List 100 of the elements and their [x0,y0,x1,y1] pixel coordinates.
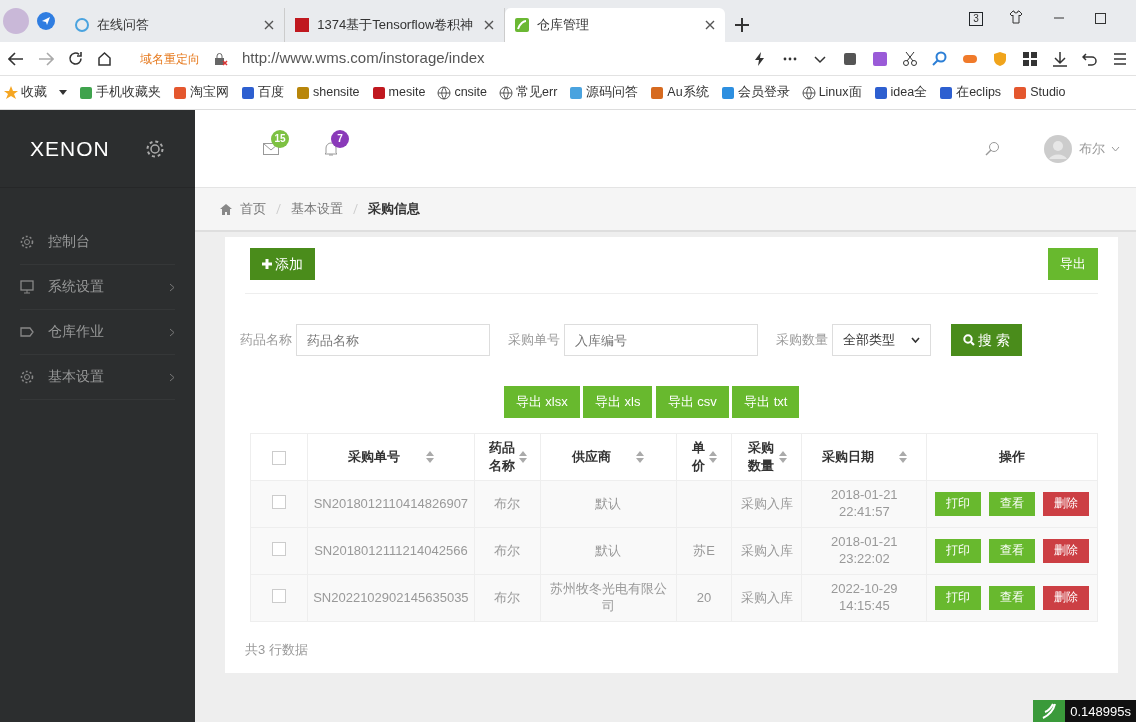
type-select[interactable]: 全部类型 [832,324,931,356]
tab-title: 仓库管理 [537,16,591,35]
count-badge: 15 [271,129,289,148]
close-icon[interactable] [705,20,716,30]
table-cell-text: 2018-01-21 23:22:02 [830,534,899,568]
brand-logo: XENON [30,135,110,162]
tab-favicon [515,18,530,32]
bookmark-link[interactable]: cnsite [454,83,488,102]
bookmark-link[interactable]: 常见err [516,83,558,102]
new-tab-icon[interactable] [735,18,750,32]
filter-label: 药品名称 [240,331,292,350]
search-icon[interactable] [932,50,948,67]
address-field[interactable]: http://www.wms.com/instorage/index [242,47,738,70]
text-field[interactable]: 入库编号 [564,324,758,356]
globe-icon [801,85,816,100]
row-checkbox[interactable] [271,541,286,556]
bookmark-link[interactable]: 会员登录 [737,83,790,102]
site-favicon [650,85,665,100]
column-header[interactable]: 供应商 [572,447,612,467]
reload-icon[interactable] [68,51,83,66]
bookmark-link[interactable]: 收藏 [21,83,47,102]
tab-title: 在线问答 [97,16,151,35]
translate-icon[interactable] [872,50,888,67]
bookmark-link[interactable]: 手机收藏夹 [96,83,161,102]
add-button[interactable]: 添加 [250,248,316,280]
site-favicon [1013,85,1028,100]
search-button[interactable]: 搜 索 [951,324,1023,356]
table-cell-text: SN2018012110414826907 [312,495,470,513]
bookmark-link[interactable]: shensite [313,83,360,102]
tab-count[interactable]: 3 [968,12,983,26]
bookmark-link[interactable]: 在eclips [956,83,1002,102]
table-cell-text: 默认 [594,495,623,513]
mail-icon[interactable] [263,141,279,156]
text-field[interactable]: 药品名称 [296,324,490,356]
bookmark-link[interactable]: 百度 [258,83,284,102]
bell-icon[interactable] [323,141,339,156]
tab-title: 1374基于Tensorflow卷积神 [317,16,475,35]
bookmark-link[interactable]: Au系统 [667,83,709,102]
dropdown-caret-icon[interactable] [59,90,67,95]
row-checkbox[interactable] [271,494,286,509]
caret-icon [1111,145,1120,152]
bookmark-link[interactable]: 源码问答 [586,83,639,102]
table-cell-text: 布尔 [493,542,522,560]
sidebar-item[interactable]: 控制台 [20,220,175,265]
bookmark-link[interactable]: 淘宝网 [190,83,229,102]
settings-icon[interactable] [145,138,165,159]
table-cell-text: 苏E [692,542,716,560]
monitor-icon [20,280,34,294]
column-header[interactable]: 操作 [999,447,1026,467]
bookmark-link[interactable]: idea全 [890,83,928,102]
delete-button[interactable]: 删除 [1043,492,1090,516]
sidebar-item[interactable]: 系统设置 [20,265,175,310]
bookmark-link[interactable]: Linux面 [818,83,862,102]
column-header[interactable]: 采购单号 [348,447,401,467]
site-favicon [241,85,255,100]
table-cell-text: 苏州牧冬光电有限公司 [548,581,668,615]
debug-logo-icon[interactable] [1033,700,1066,722]
sidebar-item[interactable]: 基本设置 [20,355,175,400]
delete-button[interactable]: 删除 [1043,539,1090,563]
select-all-checkbox[interactable] [271,451,286,466]
bookmark-link[interactable]: mesite [388,83,426,102]
bookmark-link[interactable]: Studio [1030,83,1066,102]
redirect-note: 域名重定向 [140,50,200,68]
scissors-icon[interactable] [902,50,918,67]
shirt-icon[interactable] [1009,10,1023,24]
site-favicon [173,85,187,100]
apps-icon[interactable] [1022,50,1038,67]
filter-label: 采购单号 [508,331,560,350]
gear-icon [20,370,34,384]
site-favicon [720,85,735,100]
tag-icon [20,325,34,339]
home-icon[interactable] [97,51,112,66]
table-cell-text: 2018-01-21 22:41:57 [830,487,899,521]
site-favicon [569,85,584,100]
row-checkbox[interactable] [271,588,286,603]
avatar-icon [1044,134,1072,163]
breadcrumb-item[interactable]: 基本设置 [291,199,343,219]
close-icon[interactable] [264,20,275,30]
undo-icon[interactable] [1082,50,1098,67]
table-cell-text: 采购入库 [739,542,794,560]
count-badge: 7 [331,129,349,148]
tab-favicon [75,18,90,32]
table-cell-text: 采购入库 [739,589,794,607]
column-header[interactable]: 采购日期 [821,447,874,467]
chevron-right-icon [169,282,175,292]
plus-icon [262,259,272,269]
download-icon[interactable] [1052,50,1068,67]
timer-readout: 0.148995s [1065,700,1136,722]
maximize-icon[interactable] [1095,13,1106,24]
close-icon[interactable] [484,20,495,30]
back-icon[interactable] [8,51,24,66]
table-cell-text: SN2018012111214042566 [313,542,469,560]
delete-button[interactable]: 删除 [1043,586,1090,610]
browser-tab[interactable]: 仓库管理 [505,8,726,42]
breadcrumb-item[interactable]: 首页 [240,199,266,219]
sidebar-item[interactable]: 仓库作业 [20,310,175,355]
search-icon[interactable] [984,140,1000,157]
send-icon[interactable] [37,12,56,30]
menu-icon[interactable] [1112,50,1128,67]
site-favicon [939,85,954,100]
